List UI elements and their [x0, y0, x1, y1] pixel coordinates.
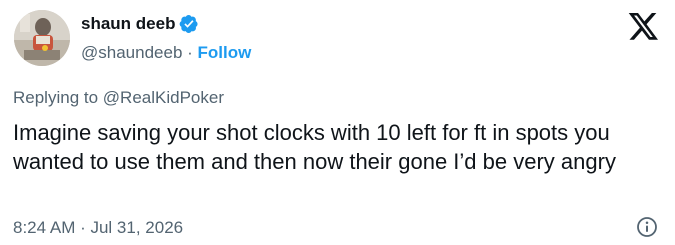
- tweet-text: Imagine saving your shot clocks with 10 …: [13, 120, 616, 174]
- handle-separator: ·: [182, 43, 198, 62]
- info-icon[interactable]: [636, 216, 658, 238]
- reply-context: Replying to @RealKidPoker: [13, 88, 224, 108]
- author-name-row: shaun deeb: [81, 12, 199, 36]
- follow-button[interactable]: Follow: [198, 43, 252, 62]
- x-logo-icon[interactable]: [628, 13, 660, 41]
- avatar[interactable]: [14, 10, 70, 66]
- reply-mention-link[interactable]: @RealKidPoker: [103, 88, 224, 107]
- verified-badge-icon: [179, 14, 199, 34]
- author-handle[interactable]: @shaundeeb: [81, 43, 182, 62]
- reply-prefix: Replying to: [13, 88, 103, 107]
- display-name[interactable]: shaun deeb: [81, 14, 175, 34]
- tweet-timestamp[interactable]: 8:24 AM · Jul 31, 2026: [13, 218, 183, 238]
- avatar-image: [14, 10, 70, 66]
- author-handle-row: @shaundeeb · Follow: [81, 43, 251, 63]
- tweet-card: shaun deeb @shaundeeb · Follow Replying …: [0, 0, 675, 245]
